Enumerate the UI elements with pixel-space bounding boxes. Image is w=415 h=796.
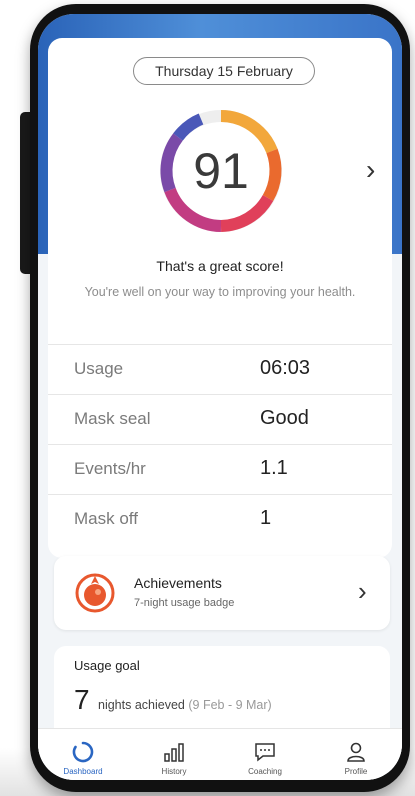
dashboard-ring-icon — [72, 741, 94, 763]
achievements-subtitle: 7-night usage badge — [134, 597, 235, 609]
metric-row: Mask seal Good — [48, 394, 392, 445]
badge-icon — [75, 573, 115, 613]
nav-coaching[interactable]: Coaching — [220, 729, 310, 780]
nav-dashboard[interactable]: Dashboard — [38, 729, 128, 780]
metric-value: Good — [260, 407, 309, 429]
metric-row: Usage 06:03 — [48, 344, 392, 395]
metric-row: Mask off 1 — [48, 494, 392, 545]
date-label: Thursday 15 February — [155, 63, 293, 79]
metric-value: 1.1 — [260, 457, 288, 479]
nav-label: Coaching — [248, 767, 282, 776]
score-value: 91 — [193, 143, 249, 199]
usage-goal-range: (9 Feb - 9 Mar) — [188, 698, 272, 712]
nav-label: History — [161, 767, 187, 776]
usage-goal-count: 7 — [74, 684, 90, 715]
chat-bubble-icon — [255, 743, 275, 762]
chevron-right-icon: › — [358, 576, 367, 606]
metric-value: 06:03 — [260, 357, 311, 379]
metric-label: Usage — [74, 359, 124, 378]
date-pill[interactable]: Thursday 15 February — [133, 57, 315, 85]
achievements-card[interactable]: Achievements 7-night usage badge › — [54, 556, 390, 630]
nav-history[interactable]: History — [129, 729, 219, 780]
score-card: Thursday 15 February 91 › That's a great… — [48, 38, 392, 558]
nav-profile[interactable]: Profile — [311, 729, 401, 780]
metric-label: Events/hr — [74, 459, 146, 478]
achievements-title: Achievements — [134, 575, 222, 591]
score-message: That's a great score! — [156, 258, 284, 274]
bottom-nav: Dashboard History Coaching Profile — [38, 728, 402, 780]
usage-goal-text: nights achieved (9 Feb - 9 Mar) — [98, 698, 272, 712]
score-sub-message: You're well on your way to improving you… — [84, 285, 356, 299]
nav-label: Dashboard — [63, 767, 103, 776]
person-icon — [347, 742, 365, 762]
usage-goal-label: nights achieved — [98, 698, 185, 712]
chevron-right-icon[interactable]: › — [366, 156, 375, 184]
metric-label: Mask off — [74, 509, 138, 528]
metric-label: Mask seal — [74, 409, 151, 428]
metric-row: Events/hr 1.1 — [48, 444, 392, 495]
bar-chart-icon — [164, 743, 184, 762]
nav-label: Profile — [344, 767, 368, 776]
app-screen: Thursday 15 February 91 › That's a great… — [38, 14, 402, 780]
metric-value: 1 — [260, 507, 272, 529]
usage-goal-title: Usage goal — [74, 658, 140, 673]
